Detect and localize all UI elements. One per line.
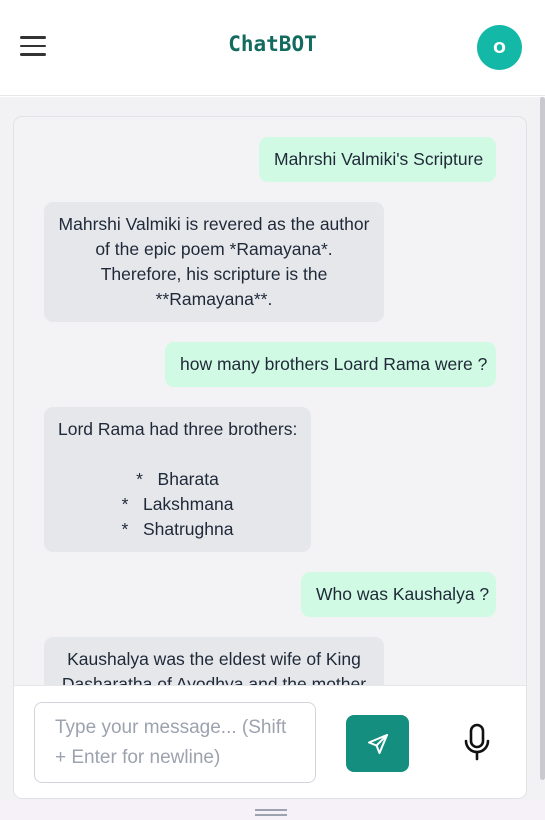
- input-placeholder: + Enter for newline): [55, 747, 221, 768]
- user-message: how many brothers Loard Rama were ?: [165, 342, 496, 387]
- microphone-button[interactable]: [460, 722, 494, 764]
- message-line: Mahrshi Valmiki's Scripture: [274, 149, 484, 169]
- user-avatar[interactable]: O: [477, 25, 522, 70]
- message-line: [58, 442, 297, 467]
- input-placeholder: Type your message... (Shift: [55, 717, 287, 738]
- message-input[interactable]: Type your message... (Shift + Enter for …: [34, 702, 316, 783]
- bot-message: Kaushalya was the eldest wife of King Da…: [44, 637, 384, 685]
- message-line: Dasharatha of Ayodhya and the mother: [61, 674, 367, 685]
- chat-panel: Mahrshi Valmiki's Scripture Mahrshi Valm…: [13, 116, 527, 799]
- message-line: **Ramayana**.: [155, 289, 273, 309]
- microphone-icon: [464, 723, 490, 761]
- message-line: Lord Rama had three brothers:: [58, 419, 298, 439]
- message-line: Kaushalya was the eldest wife of King: [67, 649, 361, 669]
- message-line: * Lakshmana: [121, 494, 234, 514]
- message-line: * Shatrughna: [121, 519, 234, 539]
- app-header: ChatBOT O: [0, 0, 545, 96]
- drag-handle-icon[interactable]: [255, 809, 287, 817]
- message-line: of the epic poem *Ramayana*.: [95, 239, 333, 259]
- message-line: * Bharata: [136, 469, 219, 489]
- message-list[interactable]: Mahrshi Valmiki's Scripture Mahrshi Valm…: [14, 117, 526, 685]
- send-button[interactable]: [346, 715, 409, 772]
- message-line: how many brothers Loard Rama were ?: [180, 354, 488, 374]
- message-line: Therefore, his scripture is the: [100, 264, 328, 284]
- message-composer: Type your message... (Shift + Enter for …: [14, 685, 526, 798]
- bot-message: Mahrshi Valmiki is revered as the author…: [44, 202, 384, 322]
- app-title: ChatBOT: [228, 32, 317, 56]
- chat-scrollbar[interactable]: [540, 97, 545, 780]
- user-message: Mahrshi Valmiki's Scripture: [259, 137, 496, 182]
- bot-message: Lord Rama had three brothers: * Bharata …: [44, 407, 311, 552]
- send-paper-plane-icon: [367, 733, 388, 754]
- user-message: Who was Kaushalya ?: [301, 572, 496, 617]
- message-line: Mahrshi Valmiki is revered as the author: [58, 214, 370, 234]
- message-line: Who was Kaushalya ?: [316, 584, 490, 604]
